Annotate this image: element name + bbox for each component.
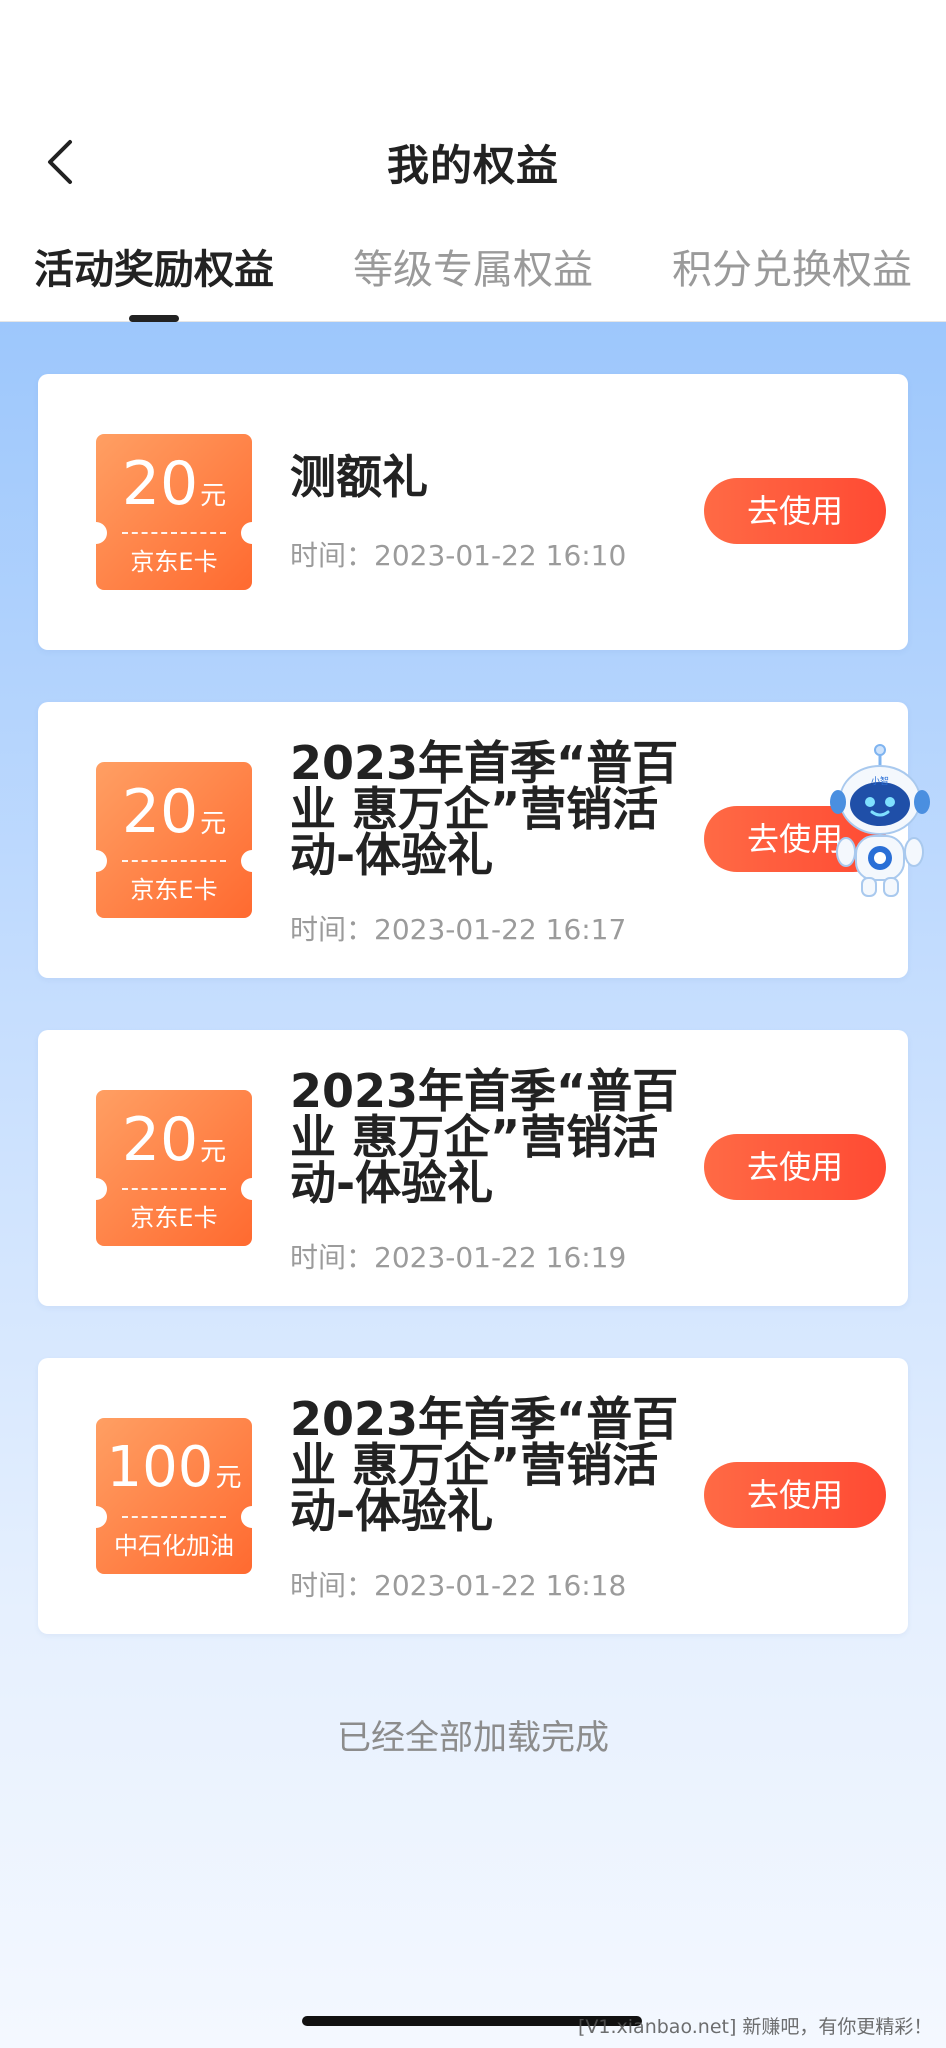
coupon-type: 京东E卡 (130, 876, 218, 904)
benefit-time: 时间：2023-01-22 16:18 (290, 1569, 627, 1602)
benefit-card: 20元 京东E卡 2023年首季“普百业 惠万企”营销活动-体验礼 时间：202… (38, 702, 908, 978)
benefit-time: 时间：2023-01-22 16:19 (290, 1241, 627, 1274)
active-tab-indicator (129, 315, 179, 322)
tab-bar: 活动奖励权益 等级专属权益 积分兑换权益 (0, 230, 946, 322)
chevron-left-icon (48, 140, 72, 184)
coupon-badge: 20元 京东E卡 (96, 434, 252, 590)
benefit-card: 20元 京东E卡 测额礼 时间：2023-01-22 16:10 去使用 (38, 374, 908, 650)
tab-label: 活动奖励权益 (34, 247, 274, 293)
coupon-type: 京东E卡 (130, 548, 218, 576)
coupon-amount: 100 (106, 1435, 214, 1500)
status-bar (0, 0, 946, 110)
assistant-label: 小智 (871, 775, 889, 787)
coupon-badge: 100元 中石化加油 (96, 1418, 252, 1574)
coupon-divider (122, 1516, 226, 1518)
use-button[interactable]: 去使用 (704, 1134, 886, 1200)
coupon-divider (122, 860, 226, 862)
load-complete-text: 已经全部加载完成 (337, 1718, 609, 1758)
coupon-unit: 元 (200, 1137, 227, 1167)
use-button[interactable]: 去使用 (704, 1462, 886, 1528)
nav-bar: 我的权益 (0, 110, 946, 214)
coupon-amount: 20 (121, 449, 199, 519)
benefit-title: 测额礼 (290, 450, 428, 504)
tab-activity-rewards[interactable]: 活动奖励权益 (34, 230, 274, 322)
benefit-title: 2023年首季“普百业 惠万企”营销活动-体验礼 (290, 1064, 679, 1210)
benefit-card: 100元 中石化加油 2023年首季“普百业 惠万企”营销活动-体验礼 时间：2… (38, 1358, 908, 1634)
coupon-amount: 20 (121, 777, 199, 847)
coupon-unit: 元 (200, 809, 227, 839)
watermark-text: [V1.xianbao.net] 新赚吧，有你更精彩！ (578, 2016, 933, 2038)
tab-level-exclusive[interactable]: 等级专属权益 (353, 230, 593, 322)
benefit-time: 时间：2023-01-22 16:17 (290, 913, 627, 946)
coupon-amount: 20 (121, 1105, 199, 1175)
coupon-type: 中石化加油 (114, 1532, 234, 1560)
back-button[interactable] (30, 132, 90, 192)
tab-label: 等级专属权益 (353, 247, 593, 293)
coupon-badge: 20元 京东E卡 (96, 762, 252, 918)
coupon-divider (122, 532, 226, 534)
benefits-list: 20元 京东E卡 测额礼 时间：2023-01-22 16:10 去使用 20元… (0, 322, 946, 2048)
coupon-unit: 元 (200, 481, 227, 511)
robot-assistant-icon: 小智 (830, 744, 930, 897)
page-title: 我的权益 (386, 140, 559, 190)
coupon-type: 京东E卡 (130, 1204, 218, 1232)
benefit-title: 2023年首季“普百业 惠万企”营销活动-体验礼 (290, 736, 679, 882)
benefit-title: 2023年首季“普百业 惠万企”营销活动-体验礼 (290, 1392, 679, 1538)
tab-points-exchange[interactable]: 积分兑换权益 (672, 230, 912, 322)
assistant-robot-button[interactable]: 小智 (826, 744, 934, 900)
benefit-time: 时间：2023-01-22 16:10 (290, 539, 627, 572)
use-button[interactable]: 去使用 (704, 478, 886, 544)
coupon-unit: 元 (215, 1463, 242, 1493)
coupon-badge: 20元 京东E卡 (96, 1090, 252, 1246)
coupon-divider (122, 1188, 226, 1190)
tab-label: 积分兑换权益 (672, 247, 912, 293)
benefit-card: 20元 京东E卡 2023年首季“普百业 惠万企”营销活动-体验礼 时间：202… (38, 1030, 908, 1306)
